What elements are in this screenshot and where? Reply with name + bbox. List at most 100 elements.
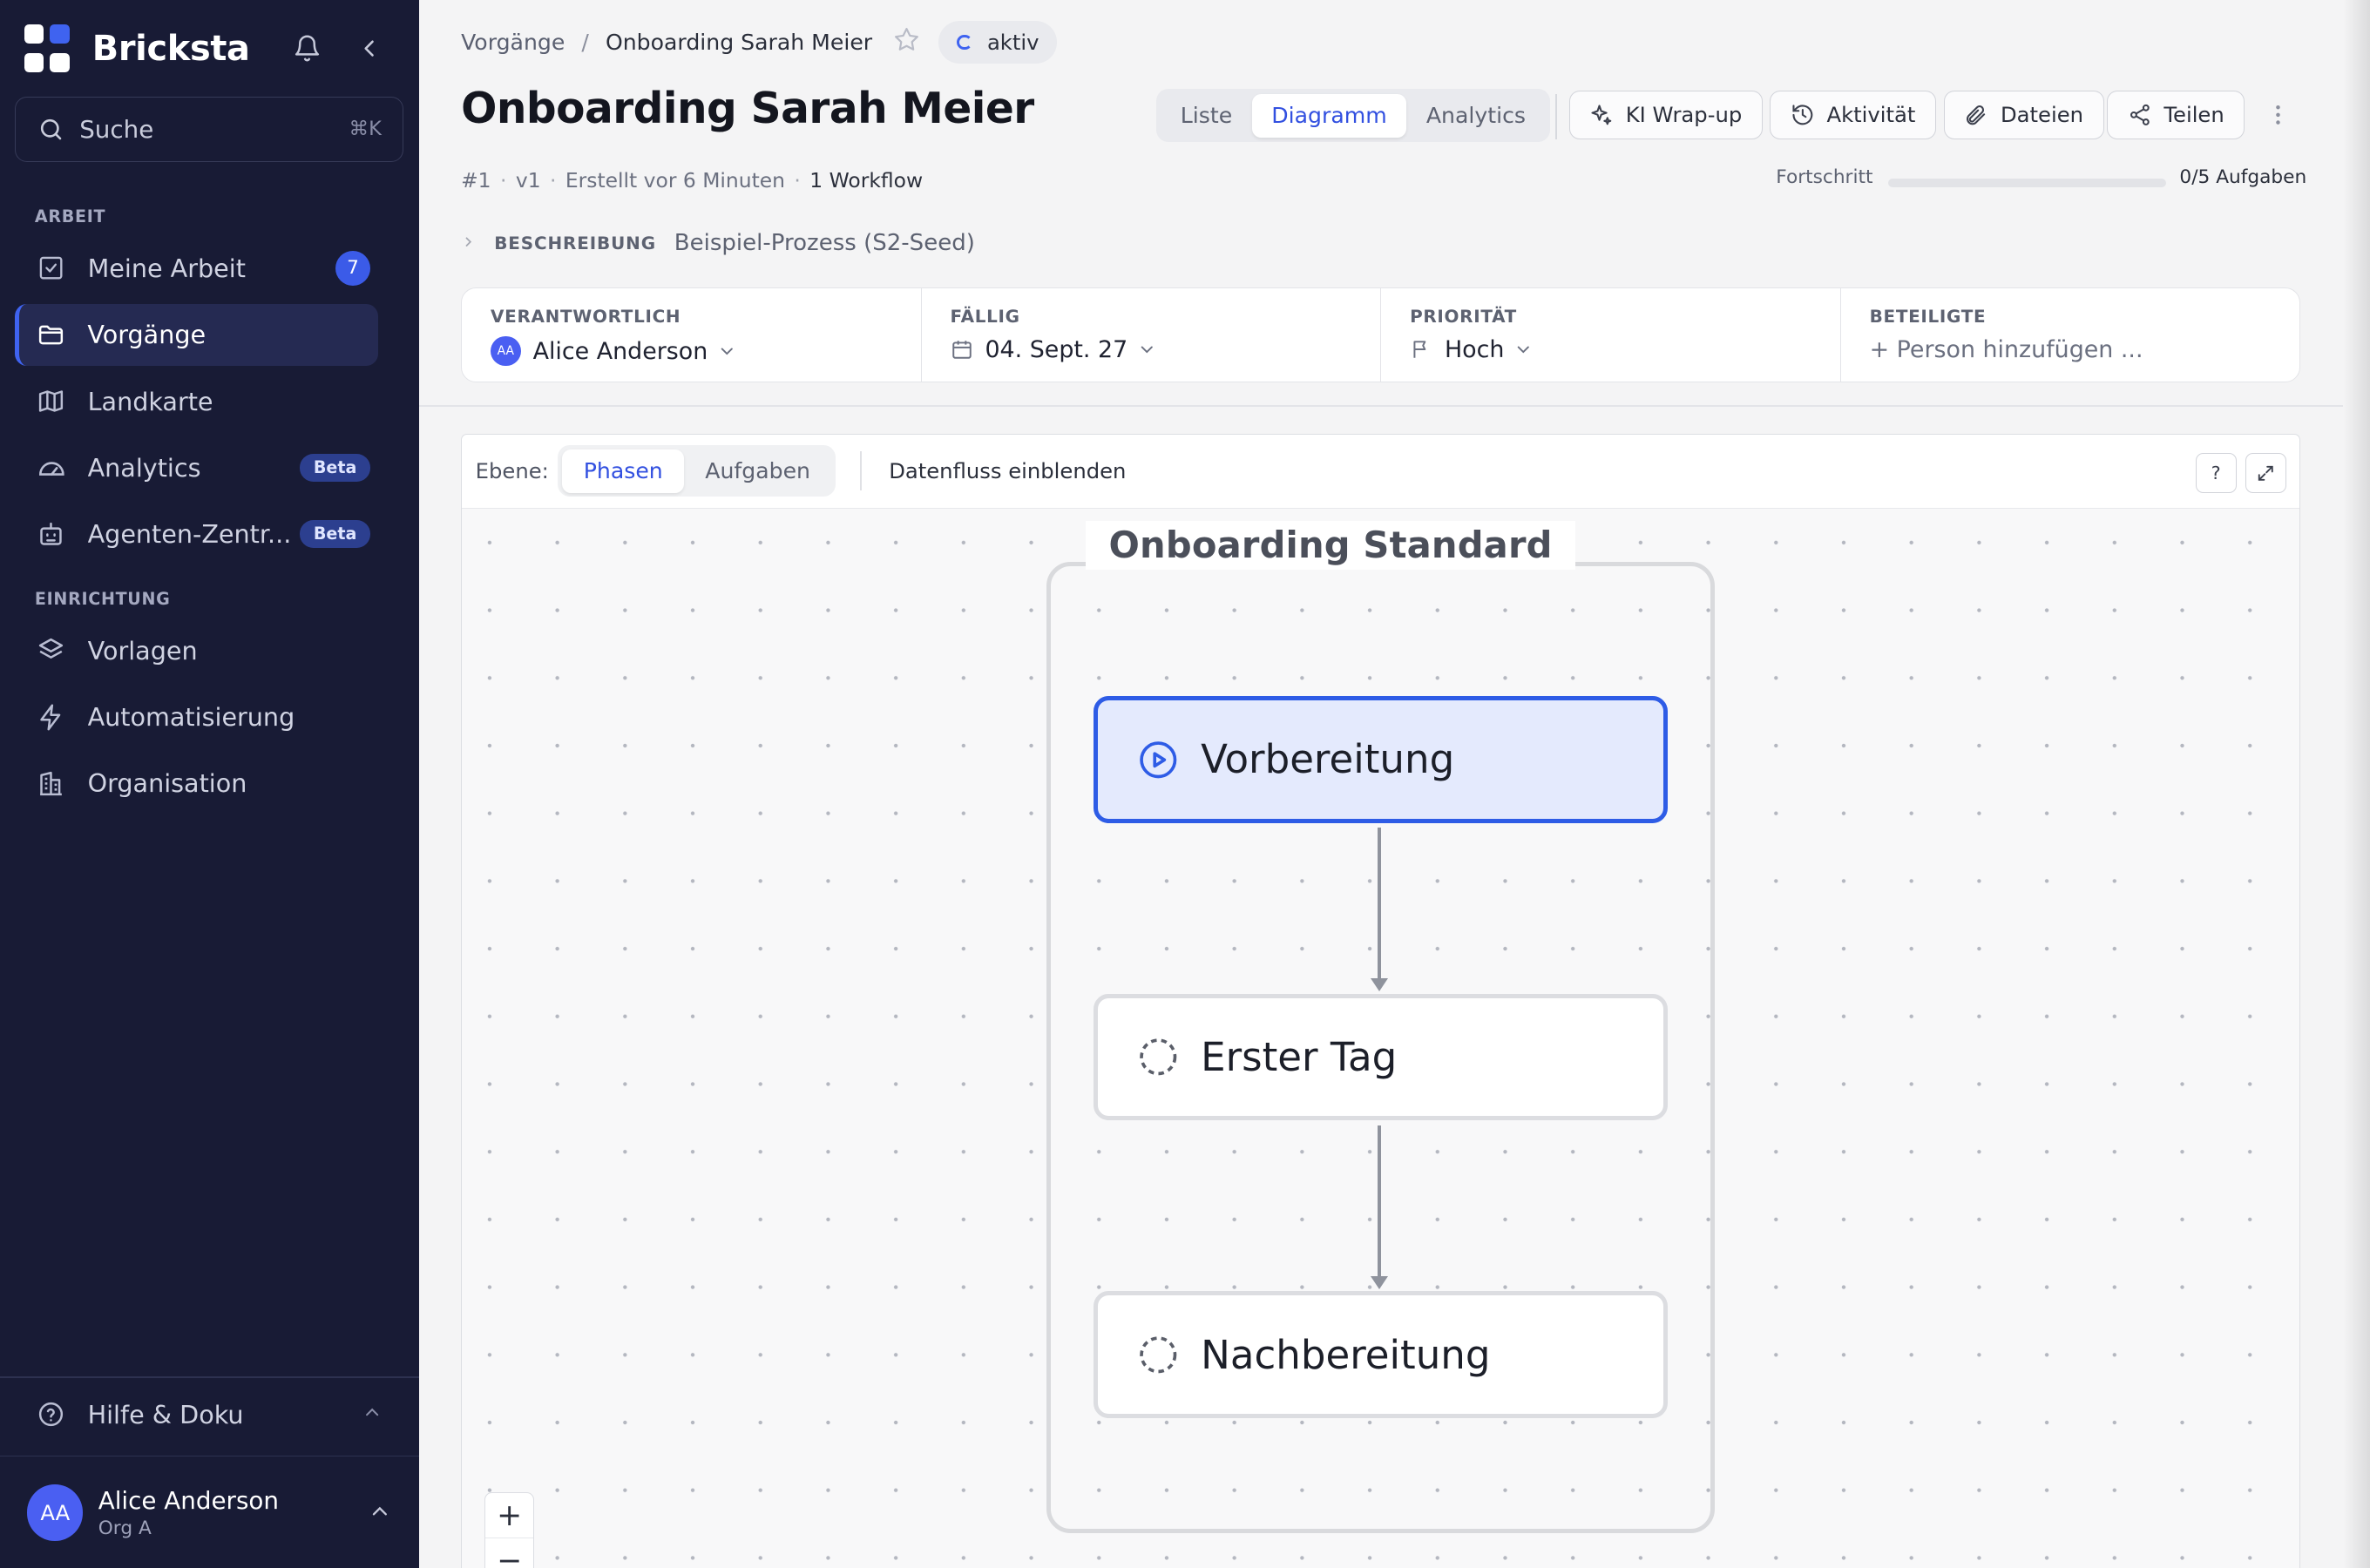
ki-wrapup-label: KI Wrap-up: [1625, 102, 1743, 128]
diagram-help-button[interactable]: ?: [2195, 452, 2237, 494]
phase-node-erster-tag[interactable]: Erster Tag: [1094, 993, 1669, 1121]
status-badge[interactable]: aktiv: [938, 21, 1058, 64]
property-label: PRIORITÄT: [1410, 306, 1517, 328]
breadcrumb-separator: /: [581, 30, 589, 56]
property-due-date[interactable]: FÄLLIG 04. Sept. 27: [922, 287, 1382, 382]
due-date-value: 04. Sept. 27: [985, 335, 1128, 363]
search-shortcut: ⌘K: [349, 118, 382, 141]
collapse-sidebar-chevron-icon[interactable]: [350, 30, 387, 67]
tab-aufgaben[interactable]: Aufgaben: [684, 449, 831, 493]
calendar-icon: [951, 338, 973, 361]
avatar: AA: [491, 335, 521, 367]
sidebar-item-analytics[interactable]: Analytics Beta: [15, 436, 377, 498]
workflow-count-link[interactable]: 1 Workflow: [809, 168, 923, 193]
count-badge: 7: [335, 250, 370, 286]
user-org: Org A: [98, 1517, 152, 1540]
avatar: AA: [27, 1484, 84, 1541]
flag-icon: [1410, 338, 1432, 361]
workflow-title: Onboarding Standard: [1086, 520, 1575, 570]
map-icon: [35, 384, 68, 417]
favorite-star-icon[interactable]: [892, 25, 921, 59]
notifications-bell-icon[interactable]: [288, 30, 325, 67]
status-label: aktiv: [986, 30, 1039, 56]
chevron-down-icon: [1137, 340, 1157, 360]
fullscreen-expand-icon[interactable]: [2245, 452, 2286, 494]
case-id: #1: [461, 167, 491, 193]
search-label: Suche: [79, 114, 154, 144]
sidebar-item-organisation[interactable]: Organisation: [15, 753, 377, 814]
robot-icon: [35, 517, 68, 551]
description-row[interactable]: BESCHREIBUNG Beispiel-Prozess (S2-Seed): [461, 230, 975, 256]
add-person-link[interactable]: + Person hinzufügen ...: [1870, 336, 2143, 363]
check-square-icon: [35, 252, 68, 285]
level-label: Ebene:: [475, 458, 549, 484]
chevron-right-icon: [461, 230, 476, 256]
phase-label: Nachbereitung: [1201, 1331, 1491, 1378]
chevron-down-icon: [717, 341, 737, 362]
section-label-setup: EINRICHTUNG: [34, 589, 171, 609]
properties-bar: VERANTWORTLICH AA Alice Anderson FÄLLIG …: [461, 287, 2301, 382]
sidebar-item-label: Organisation: [87, 768, 247, 799]
tab-phasen[interactable]: Phasen: [562, 449, 684, 493]
play-circle-icon: [1137, 739, 1180, 781]
sidebar-item-automatisierung[interactable]: Automatisierung: [15, 686, 377, 748]
status-spinner-icon: [957, 34, 972, 51]
more-options-icon[interactable]: [2267, 97, 2288, 133]
gauge-icon: [35, 451, 68, 484]
zoom-controls: + −: [484, 1492, 535, 1568]
main-content: Vorgänge / Onboarding Sarah Meier aktiv …: [418, 0, 2370, 1568]
priority-value: Hoch: [1444, 335, 1505, 363]
sidebar-item-agenten-zentrale[interactable]: Agenten-Zentr... Beta: [15, 504, 377, 565]
sidebar-search[interactable]: Suche ⌘K: [15, 97, 404, 162]
breadcrumb-current: Onboarding Sarah Meier: [605, 30, 873, 56]
property-label: VERANTWORTLICH: [491, 306, 681, 328]
beta-badge: Beta: [300, 453, 370, 483]
progress-value: 0/5 Aufgaben: [2179, 166, 2307, 188]
user-name: Alice Anderson: [98, 1485, 279, 1515]
help-docs-button[interactable]: Hilfe & Doku: [15, 1384, 403, 1444]
window-edge-shadow: [2342, 0, 2370, 1568]
sidebar-item-label: Vorgänge: [87, 320, 207, 350]
activity-label: Aktivität: [1826, 102, 1916, 128]
phase-node-vorbereitung[interactable]: Vorbereitung: [1094, 695, 1669, 823]
share-button[interactable]: Teilen: [2107, 91, 2245, 139]
history-icon: [1791, 103, 1815, 127]
sidebar-item-meine-arbeit[interactable]: Meine Arbeit 7: [15, 237, 377, 299]
ki-wrapup-button[interactable]: KI Wrap-up: [1568, 91, 1763, 139]
user-menu[interactable]: AA Alice Anderson Org A: [27, 1481, 397, 1544]
page-meta: #1 · v1 · Erstellt vor 6 Minuten · 1 Workflow: [461, 167, 924, 193]
paperclip-icon: [1964, 103, 1988, 127]
search-icon: [37, 116, 64, 143]
property-participants[interactable]: BETEILIGTE + Person hinzufügen ...: [1841, 288, 2300, 382]
divider: [1554, 93, 1557, 139]
sidebar-item-landkarte[interactable]: Landkarte: [15, 370, 377, 432]
sidebar-item-vorlagen[interactable]: Vorlagen: [15, 619, 377, 681]
tab-liste[interactable]: Liste: [1161, 94, 1252, 138]
zoom-out-minus-icon[interactable]: −: [485, 1538, 533, 1568]
property-label: FÄLLIG: [950, 306, 1020, 328]
phase-node-nachbereitung[interactable]: Nachbereitung: [1094, 1291, 1669, 1419]
toggle-dataflow[interactable]: Datenfluss einblenden: [889, 458, 1126, 483]
pending-circle-icon: [1137, 1036, 1180, 1078]
tab-diagramm[interactable]: Diagramm: [1251, 93, 1407, 138]
sidebar-item-label: Agenten-Zentr...: [87, 519, 292, 550]
activity-button[interactable]: Aktivität: [1770, 91, 1936, 139]
chevron-down-icon: [1513, 340, 1534, 360]
breadcrumb-root-link[interactable]: Vorgänge: [461, 30, 565, 55]
property-label: BETEILIGTE: [1869, 306, 1987, 328]
zoom-in-plus-icon[interactable]: +: [485, 1493, 534, 1539]
divider: [0, 1455, 419, 1457]
files-button[interactable]: Dateien: [1943, 91, 2104, 139]
tab-analytics[interactable]: Analytics: [1406, 94, 1545, 138]
diagram-canvas[interactable]: Onboarding Standard Vorbereitung Erster …: [462, 508, 2300, 1568]
owner-name: Alice Anderson: [532, 337, 708, 365]
property-owner[interactable]: VERANTWORTLICH AA Alice Anderson: [462, 287, 922, 382]
divider: [0, 1376, 419, 1379]
files-label: Dateien: [2000, 102, 2084, 128]
section-label-work: ARBEIT: [34, 206, 106, 226]
progress-bar: [1887, 178, 2166, 188]
zap-icon: [35, 700, 68, 733]
property-priority[interactable]: PRIORITÄT Hoch: [1381, 287, 1841, 382]
brand[interactable]: Bricksta: [24, 21, 250, 75]
sidebar-item-vorgaenge[interactable]: Vorgänge: [15, 303, 378, 366]
